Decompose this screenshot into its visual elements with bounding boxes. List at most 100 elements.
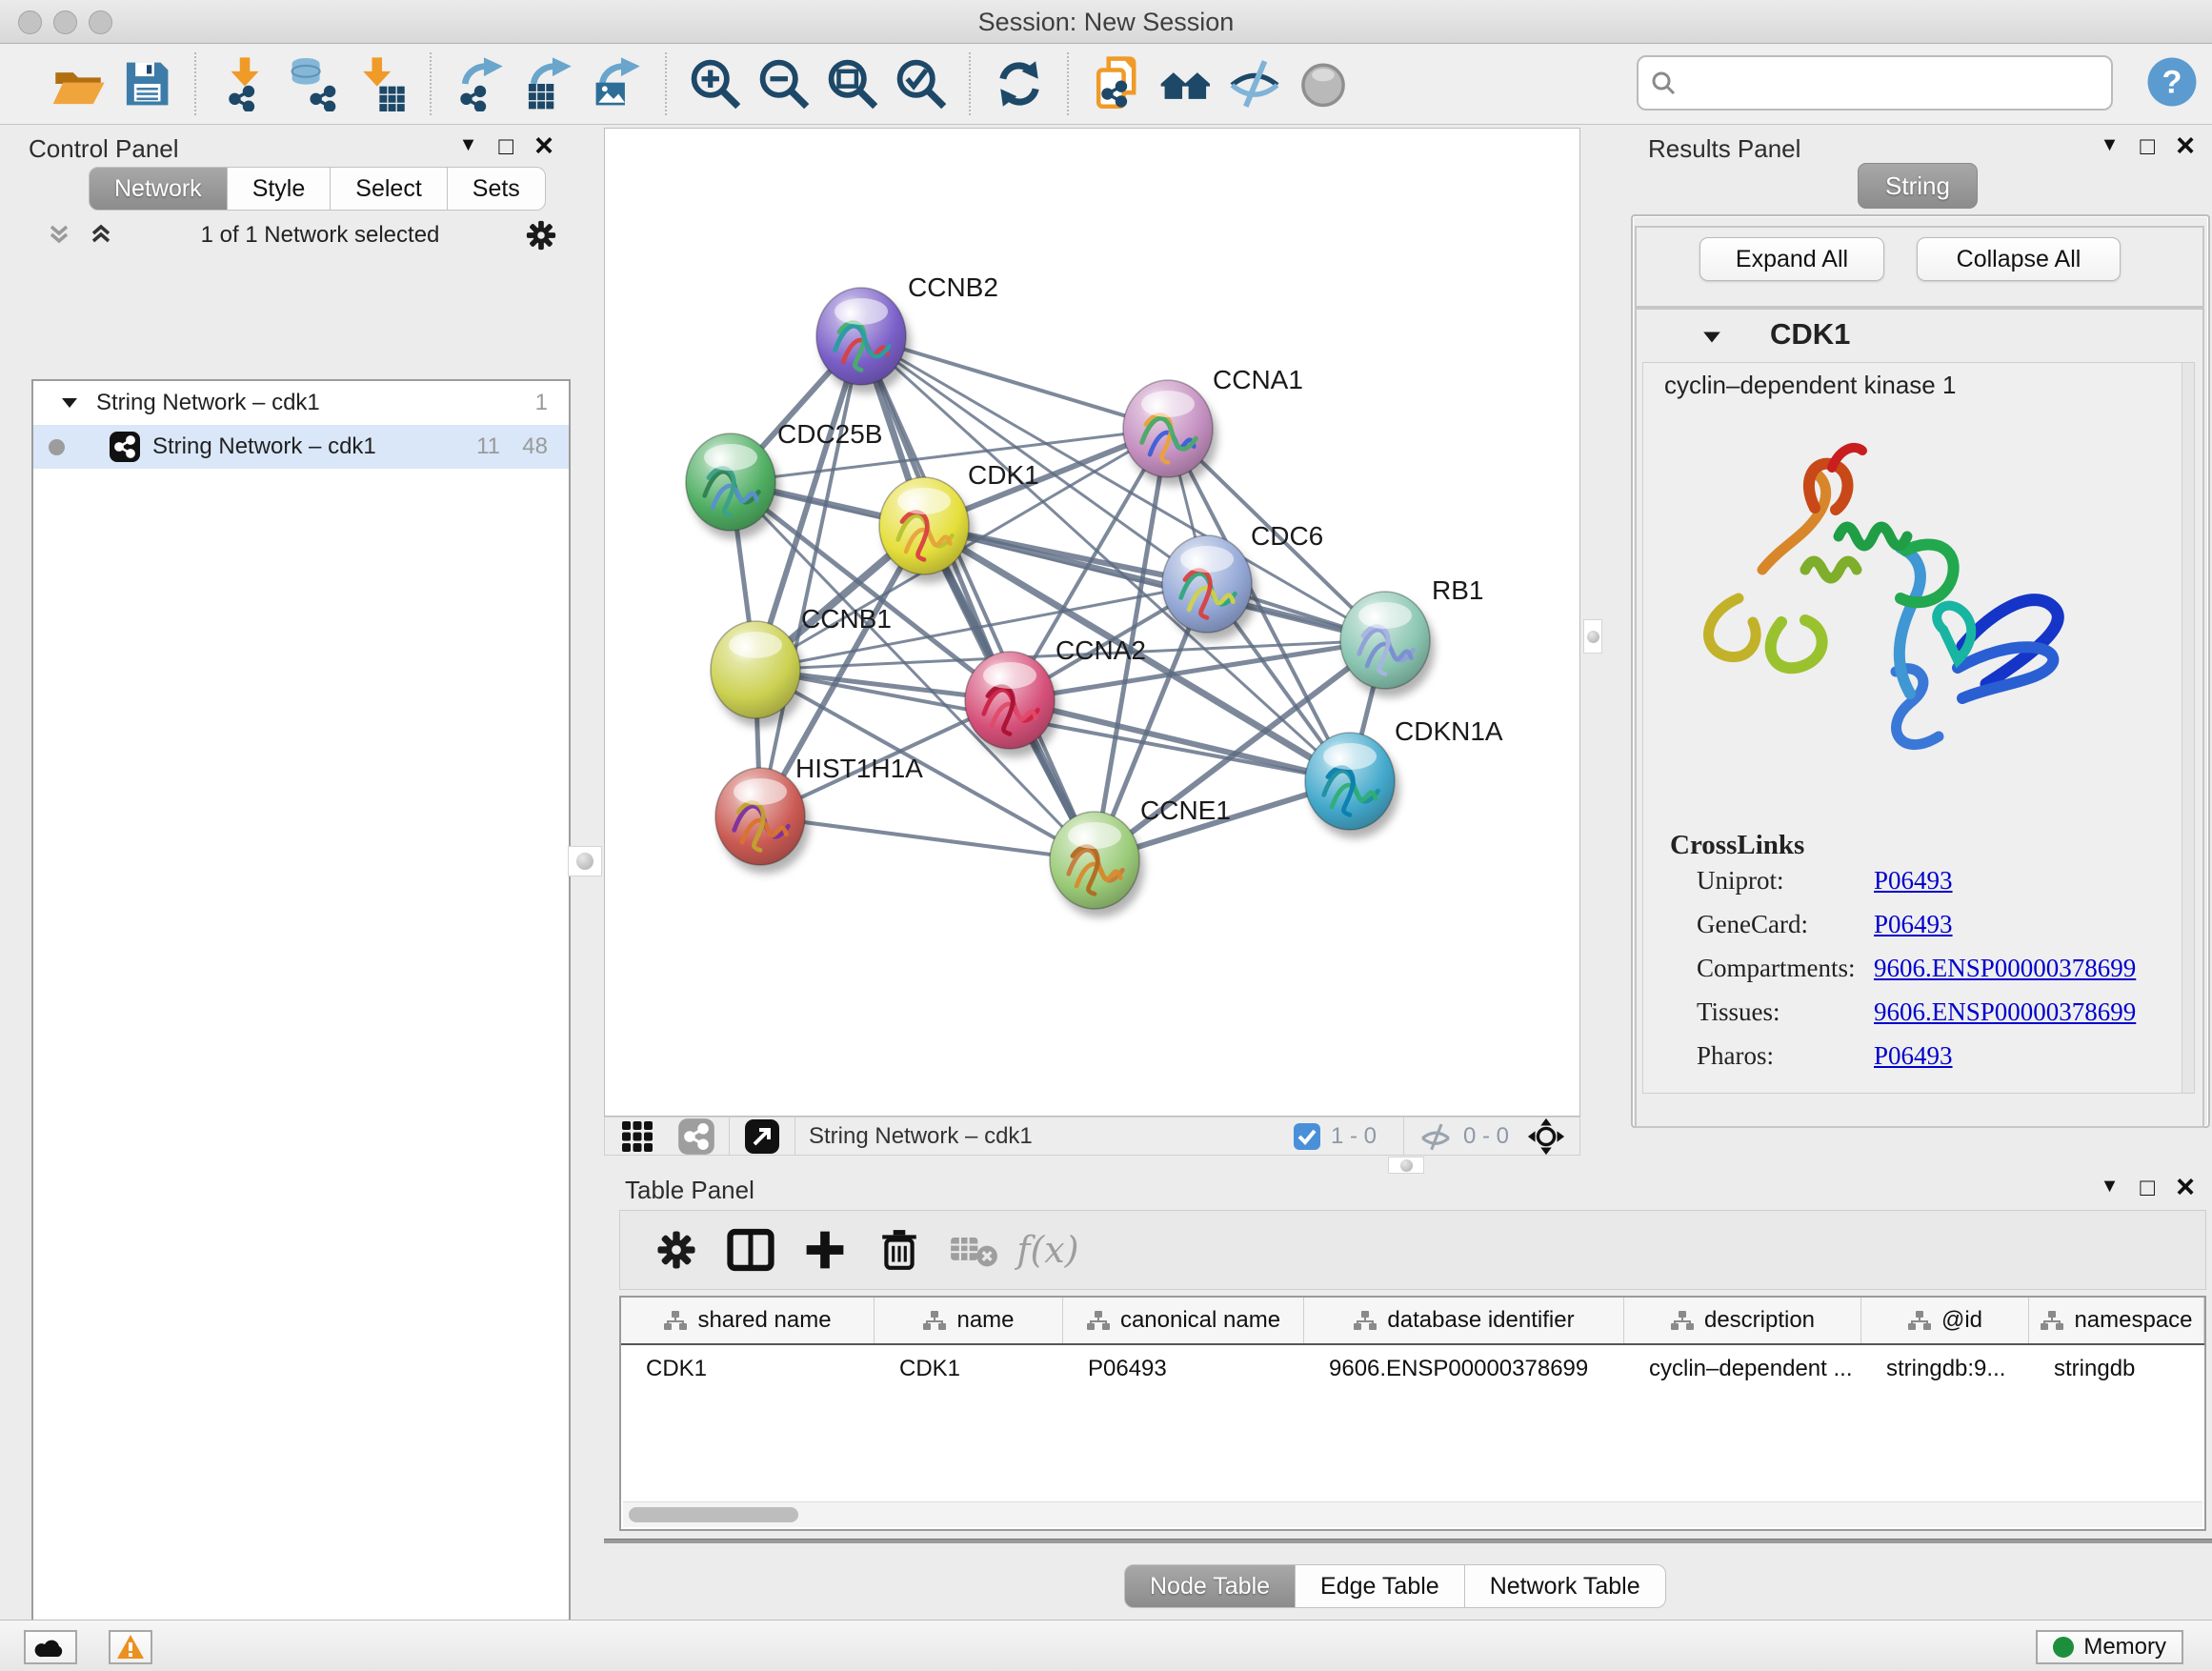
detach-view-icon[interactable] — [743, 1117, 781, 1156]
column-header[interactable]: namespace — [2029, 1298, 2204, 1343]
network-canvas[interactable]: CCNB2 CCNA1 CDC25B CDK1 CDC6 RB1 CCNB1 C… — [604, 128, 1580, 1117]
hide-selected-button[interactable] — [1226, 53, 1283, 114]
results-panel-menu-icon[interactable]: ▼ — [2101, 134, 2120, 156]
right-splitter-handle[interactable] — [1583, 619, 1602, 654]
results-panel-float-icon[interactable]: □ — [2140, 136, 2155, 155]
show-sphere-button[interactable] — [1295, 53, 1352, 114]
crosslink-link[interactable]: P06493 — [1874, 866, 1953, 896]
table-panel-menu-icon[interactable]: ▼ — [2101, 1176, 2120, 1198]
network-collection-row[interactable]: String Network – cdk1 1 — [33, 381, 569, 425]
selected-checkbox-icon[interactable] — [1293, 1122, 1321, 1151]
crosslink-link[interactable]: P06493 — [1874, 1041, 1953, 1071]
tab-network-table[interactable]: Network Table — [1465, 1564, 1666, 1608]
cell-id[interactable]: stringdb:9... — [1861, 1356, 2029, 1382]
protein-structure-image — [1672, 422, 2091, 775]
control-panel-float-icon[interactable]: □ — [498, 136, 513, 155]
column-header[interactable]: description — [1624, 1298, 1861, 1343]
memory-button[interactable]: Memory — [2036, 1630, 2183, 1664]
crosslink-link[interactable]: P06493 — [1874, 910, 1953, 939]
table-panel-close-icon[interactable]: × — [2176, 1178, 2195, 1197]
network-node-CCNE1[interactable]: CCNE1 — [1050, 795, 1231, 917]
table-scrollbar-thumb[interactable] — [629, 1507, 798, 1522]
network-node-CDC6[interactable]: CDC6 — [1162, 521, 1323, 641]
network-options-gear-icon[interactable] — [525, 219, 557, 252]
create-column-plus-icon[interactable] — [792, 1221, 858, 1278]
collapse-all-networks-icon[interactable] — [87, 221, 115, 250]
network-edge[interactable] — [760, 816, 1095, 860]
cell-description[interactable]: cyclin–dependent ... — [1624, 1356, 1861, 1382]
network-node-RB1[interactable]: RB1 — [1340, 575, 1483, 697]
table-row[interactable]: CDK1 CDK1 P06493 9606.ENSP00000378699 cy… — [621, 1345, 2204, 1393]
cell-name[interactable]: CDK1 — [875, 1356, 1063, 1382]
import-network-button[interactable] — [216, 53, 273, 114]
table-panel-float-icon[interactable]: □ — [2140, 1178, 2155, 1197]
tab-edge-table[interactable]: Edge Table — [1296, 1564, 1465, 1608]
svg-text:?: ? — [2162, 64, 2182, 100]
function-builder-icon: f(x) — [1015, 1221, 1081, 1278]
column-header[interactable]: @id — [1861, 1298, 2029, 1343]
cell-database-identifier[interactable]: 9606.ENSP00000378699 — [1304, 1356, 1624, 1382]
network-node-CCNA1[interactable]: CCNA1 — [1123, 365, 1303, 486]
crosslink-link[interactable]: 9606.ENSP00000378699 — [1874, 997, 2136, 1027]
expand-all-button[interactable]: Expand All — [1699, 237, 1884, 281]
left-splitter-handle[interactable] — [568, 846, 602, 876]
zoom-fit-button[interactable] — [824, 53, 881, 114]
control-panel-menu-icon[interactable]: ▼ — [459, 134, 478, 156]
save-session-button[interactable] — [118, 53, 175, 114]
hidden-eye-slash-icon[interactable] — [1418, 1118, 1454, 1155]
column-header[interactable]: database identifier — [1304, 1298, 1624, 1343]
network-node-CCNB2[interactable]: CCNB2 — [816, 272, 998, 393]
expand-all-networks-icon[interactable] — [45, 221, 73, 250]
clone-network-button[interactable] — [1089, 53, 1146, 114]
refresh-button[interactable] — [991, 53, 1048, 114]
collapse-all-button[interactable]: Collapse All — [1917, 237, 2121, 281]
delete-table-icon[interactable] — [940, 1221, 1007, 1278]
show-columns-icon[interactable] — [717, 1221, 784, 1278]
network-edge[interactable] — [760, 336, 861, 816]
network-view-share-icon[interactable] — [677, 1117, 715, 1156]
zoom-selected-button[interactable] — [893, 53, 950, 114]
help-button[interactable]: ? — [2145, 55, 2199, 109]
fit-content-crosshair-icon[interactable] — [1526, 1117, 1566, 1157]
home-button[interactable] — [1157, 53, 1215, 114]
collection-expander-icon[interactable] — [60, 393, 79, 413]
network-row[interactable]: String Network – cdk1 11 48 — [33, 425, 569, 469]
import-database-button[interactable] — [285, 53, 342, 114]
network-node-CDKN1A[interactable]: CDKN1A — [1305, 716, 1503, 838]
cell-canonical-name[interactable]: P06493 — [1063, 1356, 1304, 1382]
table-options-gear-icon[interactable] — [643, 1221, 710, 1278]
tab-select[interactable]: Select — [331, 167, 447, 211]
delete-column-trash-icon[interactable] — [866, 1221, 933, 1278]
network-node-HIST1H1A[interactable]: HIST1H1A — [715, 754, 923, 874]
cell-shared-name[interactable]: CDK1 — [621, 1356, 875, 1382]
warnings-button[interactable] — [109, 1630, 152, 1664]
tab-style[interactable]: Style — [228, 167, 332, 211]
grid-view-icon[interactable] — [620, 1119, 654, 1154]
tab-network[interactable]: Network — [89, 167, 228, 211]
tab-string[interactable]: String — [1858, 163, 1978, 209]
import-table-button[interactable] — [353, 53, 411, 114]
control-panel-close-icon[interactable]: × — [534, 136, 553, 155]
export-table-button[interactable] — [520, 53, 577, 114]
results-panel-close-icon[interactable]: × — [2176, 136, 2195, 155]
column-header[interactable]: name — [875, 1298, 1063, 1343]
results-scrollbar[interactable] — [2182, 363, 2194, 1093]
network-node-CDK1[interactable]: CDK1 — [879, 460, 1039, 583]
column-header[interactable]: shared name — [621, 1298, 875, 1343]
zoom-in-button[interactable] — [687, 53, 744, 114]
bottom-splitter-handle[interactable] — [1388, 1157, 1424, 1174]
table-horizontal-scrollbar[interactable] — [623, 1501, 2202, 1527]
crosslink-link[interactable]: 9606.ENSP00000378699 — [1874, 954, 2136, 983]
open-session-button[interactable] — [50, 53, 107, 114]
tab-node-table[interactable]: Node Table — [1124, 1564, 1296, 1608]
tab-sets[interactable]: Sets — [448, 167, 546, 211]
gene-expander-icon[interactable] — [1701, 327, 1722, 348]
cloud-status-button[interactable] — [24, 1630, 77, 1664]
column-header[interactable]: canonical name — [1063, 1298, 1304, 1343]
cell-namespace[interactable]: stringdb — [2029, 1356, 2204, 1382]
export-image-button[interactable] — [589, 53, 646, 114]
zoom-fit-icon — [825, 56, 880, 111]
zoom-out-button[interactable] — [755, 53, 813, 114]
search-input[interactable] — [1688, 69, 2111, 97]
export-network-button[interactable] — [452, 53, 509, 114]
